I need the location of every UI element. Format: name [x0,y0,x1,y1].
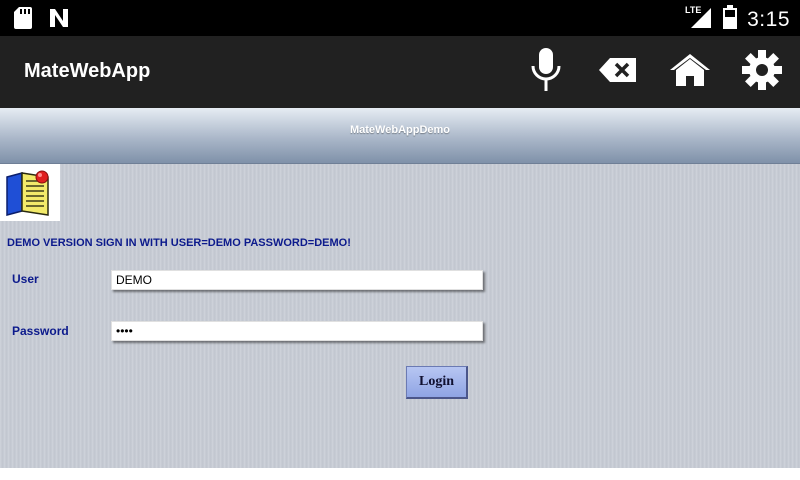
app-bar: MateWebApp [0,36,800,108]
password-input[interactable] [111,321,483,341]
demo-notice: DEMO VERSION SIGN IN WITH USER=DEMO PASS… [7,237,351,249]
gear-icon [741,49,783,96]
home-button[interactable] [666,48,714,96]
clock-time: 3:15 [747,7,790,31]
bottom-strip [0,468,800,480]
microphone-button[interactable] [522,46,570,99]
home-icon [669,52,711,93]
backspace-icon [598,56,638,89]
n-notification-icon [48,7,70,34]
battery-icon [723,5,738,34]
settings-button[interactable] [738,48,786,96]
network-type-label: LTE [685,5,701,15]
sd-card-icon [14,7,32,34]
app-title: MateWebApp [24,60,151,82]
web-page-title: MateWebAppDemo [349,124,451,136]
status-bar: LTE 3:15 [0,0,800,36]
web-page-header: MateWebAppDemo [0,108,800,164]
user-input[interactable] [111,270,483,290]
microphone-icon [528,46,564,99]
web-content: MateWebAppDemo DEMO VERSION SIGN IN WITH… [0,108,800,468]
backspace-button[interactable] [594,48,642,96]
user-label: User [12,272,39,286]
signal-icon: LTE [685,4,713,35]
password-label: Password [12,324,69,338]
login-button[interactable]: Login [406,366,468,399]
app-logo [0,164,60,221]
